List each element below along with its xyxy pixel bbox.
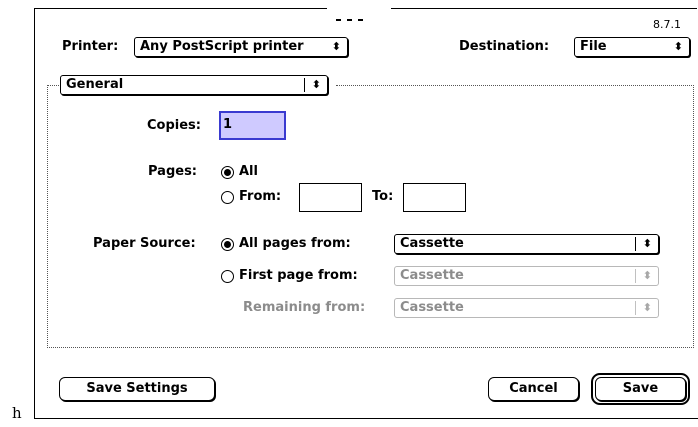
all-pages-from-popup[interactable]: Cassette ⬍ (394, 234, 659, 254)
cancel-button[interactable]: Cancel (488, 377, 579, 401)
pages-from-radio[interactable] (221, 191, 234, 204)
remaining-from-label: Remaining from: (243, 300, 366, 315)
pages-from-field[interactable] (299, 183, 362, 212)
up-down-arrows-icon: ⬍ (673, 40, 683, 53)
printer-popup[interactable]: Any PostScript printer ⬍ (134, 37, 348, 57)
pages-to-label: To: (372, 189, 394, 204)
version-label: 8.7.1 (653, 18, 681, 31)
destination-popup[interactable]: File ⬍ (574, 37, 690, 57)
dialog-top-border-left (34, 8, 327, 9)
pages-all-radio[interactable] (221, 166, 234, 179)
destination-popup-value: File (580, 39, 607, 54)
panel-popup-value: General (66, 77, 124, 92)
up-down-arrows-icon: ⬍ (642, 301, 652, 314)
first-page-from-radio[interactable] (221, 270, 234, 283)
paper-source-label: Paper Source: (93, 236, 196, 251)
copies-label: Copies: (147, 118, 201, 133)
copies-field[interactable]: 1 (219, 111, 286, 140)
printer-label: Printer: (62, 39, 119, 54)
save-settings-button[interactable]: Save Settings (59, 377, 215, 401)
up-down-arrows-icon: ⬍ (311, 78, 321, 91)
up-down-arrows-icon: ⬍ (642, 237, 652, 250)
all-pages-from-radio[interactable] (221, 238, 234, 251)
remaining-from-popup: Cassette ⬍ (394, 298, 659, 318)
popup-separator (304, 78, 305, 92)
printer-popup-value: Any PostScript printer (140, 39, 304, 54)
stray-text: h (12, 404, 22, 422)
pages-label: Pages: (148, 164, 198, 179)
panel-popup[interactable]: General ⬍ (60, 75, 328, 95)
pages-all-label[interactable]: All (239, 164, 258, 180)
first-page-from-label[interactable]: First page from: (239, 268, 358, 284)
dialog-title-fragment (336, 6, 381, 21)
popup-separator (635, 269, 636, 283)
all-pages-from-label[interactable]: All pages from: (239, 236, 351, 252)
up-down-arrows-icon: ⬍ (642, 269, 652, 282)
up-down-arrows-icon: ⬍ (331, 40, 341, 53)
pages-to-field[interactable] (403, 183, 466, 212)
dialog-top-border-right (391, 8, 697, 9)
popup-separator (635, 301, 636, 315)
all-pages-from-value: Cassette (400, 236, 464, 251)
pages-from-label[interactable]: From: (239, 189, 281, 205)
destination-label: Destination: (459, 39, 550, 54)
first-page-from-popup: Cassette ⬍ (394, 266, 659, 286)
first-page-from-value: Cassette (400, 268, 464, 283)
remaining-from-value: Cassette (400, 300, 464, 315)
popup-separator (635, 237, 636, 251)
save-button[interactable]: Save (595, 377, 686, 401)
